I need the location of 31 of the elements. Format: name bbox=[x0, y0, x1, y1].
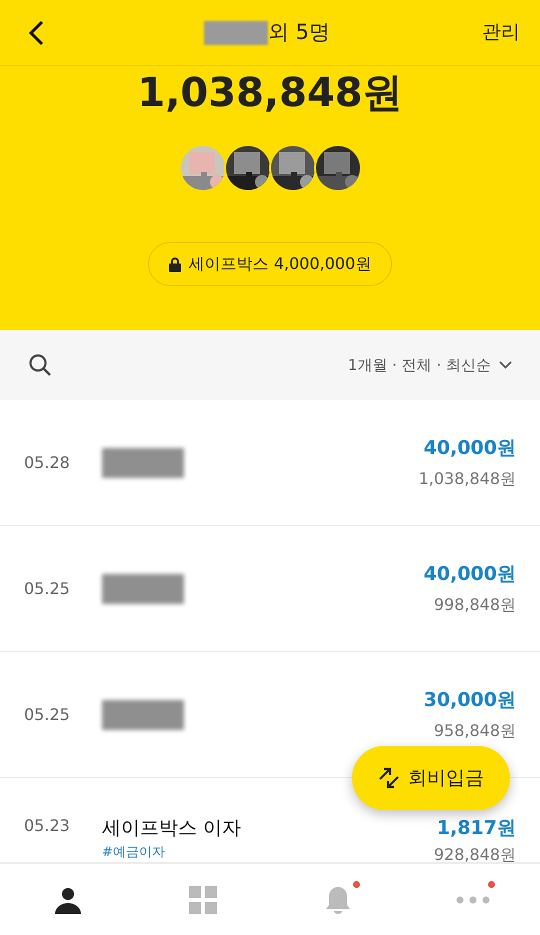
transaction-amount: 40,000원 bbox=[424, 562, 516, 588]
transaction-name: 세이프박스 이자 bbox=[102, 816, 242, 841]
transaction-date: 05.25 bbox=[24, 578, 71, 600]
running-balance: 998,848원 bbox=[434, 594, 516, 616]
search-button[interactable] bbox=[28, 353, 52, 377]
grid-icon bbox=[188, 886, 216, 914]
lock-icon bbox=[168, 256, 181, 272]
header-title: 외 5명 bbox=[268, 18, 330, 46]
filter-button[interactable]: 1개월 · 전체 · 최신순 bbox=[348, 354, 512, 376]
running-balance: 958,848원 bbox=[434, 720, 516, 742]
transaction-date: 05.25 bbox=[24, 704, 71, 726]
transaction-row[interactable]: 05.25 40,000원 998,848원 bbox=[0, 526, 540, 652]
transaction-tag: #예금이자 bbox=[102, 842, 434, 862]
balance-amount: 1,038,848원 bbox=[137, 70, 403, 116]
transaction-amount: 1,817원 bbox=[436, 816, 516, 841]
chevron-down-icon bbox=[499, 361, 512, 369]
transaction-date: 05.23 bbox=[24, 815, 71, 837]
person-icon bbox=[54, 886, 82, 914]
running-balance: 928,848원 bbox=[434, 844, 516, 863]
manage-button[interactable]: 관리 bbox=[482, 18, 520, 47]
transaction-amount: 40,000원 bbox=[424, 436, 516, 462]
transaction-row[interactable]: 05.28 40,000원 1,038,848원 bbox=[0, 400, 540, 526]
running-balance: 1,038,848원 bbox=[418, 468, 516, 490]
more-icon bbox=[456, 896, 490, 904]
deposit-button[interactable]: 회비입금 bbox=[352, 746, 510, 810]
back-icon bbox=[27, 18, 45, 46]
safebox-button[interactable]: 세이프박스 4,000,000원 bbox=[148, 242, 392, 286]
transfer-icon bbox=[378, 767, 400, 789]
transaction-date: 05.28 bbox=[24, 452, 71, 474]
transaction-amount: 30,000원 bbox=[424, 688, 516, 714]
bell-icon bbox=[324, 884, 350, 914]
